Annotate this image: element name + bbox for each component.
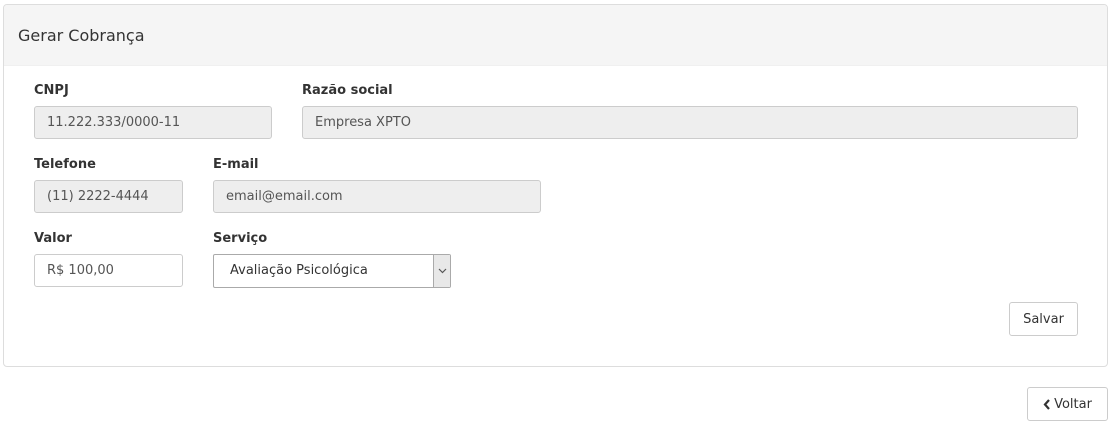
chevron-left-icon bbox=[1043, 398, 1051, 410]
email-field[interactable]: email@email.com bbox=[213, 180, 541, 213]
telefone-field[interactable]: (11) 2222-4444 bbox=[34, 180, 183, 213]
valor-label: Valor bbox=[34, 231, 72, 246]
telefone-label: Telefone bbox=[34, 157, 96, 172]
servico-selected-value: Avaliação Psicológica bbox=[230, 263, 368, 278]
cnpj-field[interactable]: 11.222.333/0000-11 bbox=[34, 106, 272, 139]
chevron-down-icon[interactable] bbox=[433, 255, 450, 287]
servico-select[interactable]: Avaliação Psicológica bbox=[213, 254, 451, 288]
billing-panel: Gerar Cobrança CNPJ 11.222.333/0000-11 R… bbox=[3, 4, 1108, 367]
back-button[interactable]: Voltar bbox=[1027, 387, 1108, 421]
panel-heading: Gerar Cobrança bbox=[4, 5, 1107, 66]
razao-social-label: Razão social bbox=[302, 83, 393, 98]
razao-social-field[interactable]: Empresa XPTO bbox=[302, 106, 1078, 139]
save-button[interactable]: Salvar bbox=[1009, 302, 1078, 336]
email-label: E-mail bbox=[213, 157, 259, 172]
servico-label: Serviço bbox=[213, 231, 268, 246]
page-title: Gerar Cobrança bbox=[18, 26, 145, 45]
cnpj-label: CNPJ bbox=[34, 83, 69, 98]
valor-input[interactable]: R$ 100,00 bbox=[34, 254, 183, 287]
back-button-label: Voltar bbox=[1054, 396, 1092, 412]
